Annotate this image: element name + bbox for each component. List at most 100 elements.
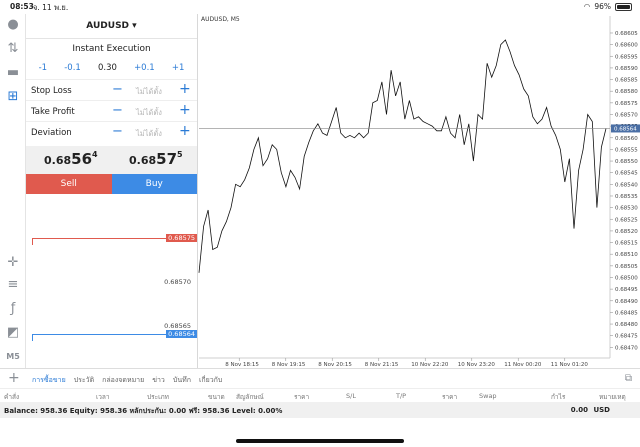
col-type: ประเภท — [147, 393, 169, 401]
volume-plus-1[interactable]: +1 — [172, 63, 185, 73]
take-profit-minus-button[interactable]: − — [112, 103, 123, 118]
add-icon[interactable]: + — [8, 370, 20, 386]
y-tick-label: 0.68590 — [615, 66, 638, 72]
y-tick-label: 0.68580 — [615, 89, 638, 95]
bid-level-tag: 0.68564 — [166, 330, 197, 338]
execution-type[interactable]: Instant Execution — [26, 44, 197, 54]
y-tick-label: 0.68515 — [615, 241, 638, 247]
status-time: 08:53 — [10, 2, 34, 11]
home-indicator[interactable] — [236, 439, 404, 443]
tab-about[interactable]: เกี่ยวกับ — [199, 375, 222, 386]
y-tick-label: 0.68495 — [615, 287, 638, 293]
tab-trade[interactable]: การซื้อขาย — [32, 375, 66, 386]
symbol-name: AUDUSD — [86, 21, 130, 31]
ask-level-line: 0.68575 — [32, 234, 197, 245]
balance-summary: Balance: 958.36 Equity: 958.36 หลักประกั… — [4, 407, 283, 415]
stop-loss-field[interactable]: ไม่ได้ตั้ง — [136, 86, 162, 98]
volume-minus-0.1[interactable]: -0.1 — [64, 63, 81, 73]
indicator-icon[interactable]: ƒ — [4, 300, 22, 318]
stop-loss-plus-button[interactable]: + — [179, 81, 191, 97]
order-buttons: Sell Buy — [26, 174, 197, 194]
y-tick-label: 0.68480 — [615, 322, 638, 328]
status-right: ◠ 96% — [584, 2, 632, 11]
y-tick-label: 0.68535 — [615, 194, 638, 200]
bottom-tabs: การซื้อขาย ประวัติ กล่องจดหมาย ข่าว บันท… — [32, 375, 222, 386]
stop-loss-row: Stop Loss − ไม่ได้ตั้ง + — [26, 79, 197, 100]
y-tick-label: 0.68585 — [615, 78, 638, 84]
deviation-plus-button[interactable]: + — [179, 123, 191, 139]
col-swap: Swap — [479, 392, 497, 400]
tab-news[interactable]: ข่าว — [152, 375, 165, 386]
y-tick-label: 0.68470 — [615, 345, 638, 351]
take-profit-plus-button[interactable]: + — [179, 102, 191, 118]
price-chart[interactable]: AUDUSD, M5 0.68605 0.68600 0.68595 0.68590 0… — [197, 14, 640, 368]
y-tick-label: 0.68560 — [615, 136, 638, 142]
deviation-field[interactable]: ไม่ได้ตั้ง — [136, 128, 162, 140]
y-tick-label: 0.68595 — [615, 54, 638, 60]
y-tick-label: 0.68550 — [615, 159, 638, 165]
tab-history[interactable]: ประวัติ — [74, 375, 94, 386]
collapse-panel-icon[interactable]: ⧉ — [625, 373, 632, 384]
y-tick-label: 0.68530 — [615, 206, 638, 212]
take-profit-field[interactable]: ไม่ได้ตั้ง — [136, 107, 162, 119]
sell-button[interactable]: Sell — [26, 174, 112, 194]
price-series-line — [198, 39, 607, 273]
take-profit-label: Take Profit — [31, 107, 75, 117]
chat-icon[interactable]: ▬ — [4, 64, 22, 82]
objects-icon[interactable]: ◩ — [4, 324, 22, 342]
chart-canvas[interactable]: 0.68605 0.68600 0.68595 0.68590 0.68585 0.685… — [198, 14, 640, 368]
y-tick-label: 0.68520 — [615, 229, 638, 235]
y-tick-label: 0.68475 — [615, 334, 638, 340]
y-tick-label: 0.68485 — [615, 310, 638, 316]
col-sl: S/L — [346, 392, 356, 400]
y-tick-label: 0.68570 — [615, 112, 638, 118]
bid-level-line: 0.68564 — [32, 330, 197, 341]
tab-journal[interactable]: บันทึก — [173, 375, 191, 386]
volume-minus-1[interactable]: -1 — [39, 63, 47, 73]
stop-loss-label: Stop Loss — [31, 86, 72, 96]
deviation-minus-button[interactable]: − — [112, 124, 123, 139]
status-date: จ. 11 พ.ย. — [33, 3, 69, 12]
volume-value[interactable]: 0.30 — [98, 63, 117, 73]
balance-bar: Balance: 958.36 Equity: 958.36 หลักประกั… — [0, 402, 640, 418]
tool-rail: ● ⇅ ▬ ⊞ ✛ ≡ ƒ ◩ M5 — [0, 14, 26, 368]
col-profit: กำไร — [551, 393, 566, 401]
volume-plus-0.1[interactable]: +0.1 — [134, 63, 155, 73]
ask-level-tag: 0.68575 — [166, 234, 197, 242]
y-tick-label: 0.68575 — [615, 101, 638, 107]
timeframe-icon[interactable]: M5 — [4, 348, 22, 366]
stop-loss-minus-button[interactable]: − — [112, 82, 123, 97]
symbol-selector[interactable]: AUDUSD ▾ — [26, 14, 197, 39]
deviation-label: Deviation — [31, 128, 72, 138]
ask-price: 0.68575 — [129, 150, 183, 168]
col-price: ราคา — [294, 393, 310, 401]
bid-level-tick — [32, 334, 33, 341]
ask-level-tick — [32, 238, 33, 245]
bid-price: 0.68564 — [44, 150, 98, 168]
positions-header: คำสั่ง เวลา ประเภท ขนาด สัญลักษณ์ ราคา S… — [0, 388, 640, 402]
tab-mailbox[interactable]: กล่องจดหมาย — [102, 375, 144, 386]
ask-sup: 5 — [177, 150, 183, 159]
y-tick-label: 0.68600 — [615, 43, 638, 49]
col-time: เวลา — [96, 393, 110, 401]
account-icon[interactable]: ● — [4, 16, 22, 34]
col-order: คำสั่ง — [4, 393, 20, 401]
trade-arrows-icon[interactable]: ⇅ — [4, 40, 22, 58]
y-tick-label: 0.68605 — [615, 31, 638, 37]
level-label: 0.68565 — [164, 322, 191, 330]
y-tick-label: 0.68510 — [615, 252, 638, 258]
buy-button[interactable]: Buy — [111, 174, 197, 194]
battery-icon — [615, 2, 632, 11]
col-price-current: ราคา — [442, 393, 458, 401]
y-tick-label: 0.68500 — [615, 275, 638, 281]
ask-big: 57 — [156, 150, 178, 168]
wifi-icon: ◠ — [583, 2, 591, 11]
new-order-icon[interactable]: ⊞ — [4, 88, 22, 106]
col-size: ขนาด — [208, 393, 225, 401]
bid-sup: 4 — [92, 150, 98, 159]
col-symbol: สัญลักษณ์ — [236, 393, 264, 401]
chart-type-icon[interactable]: ≡ — [4, 276, 22, 294]
battery-percent: 96% — [594, 2, 611, 11]
crosshair-icon[interactable]: ✛ — [4, 254, 22, 272]
y-tick-label: 0.68505 — [615, 264, 638, 270]
